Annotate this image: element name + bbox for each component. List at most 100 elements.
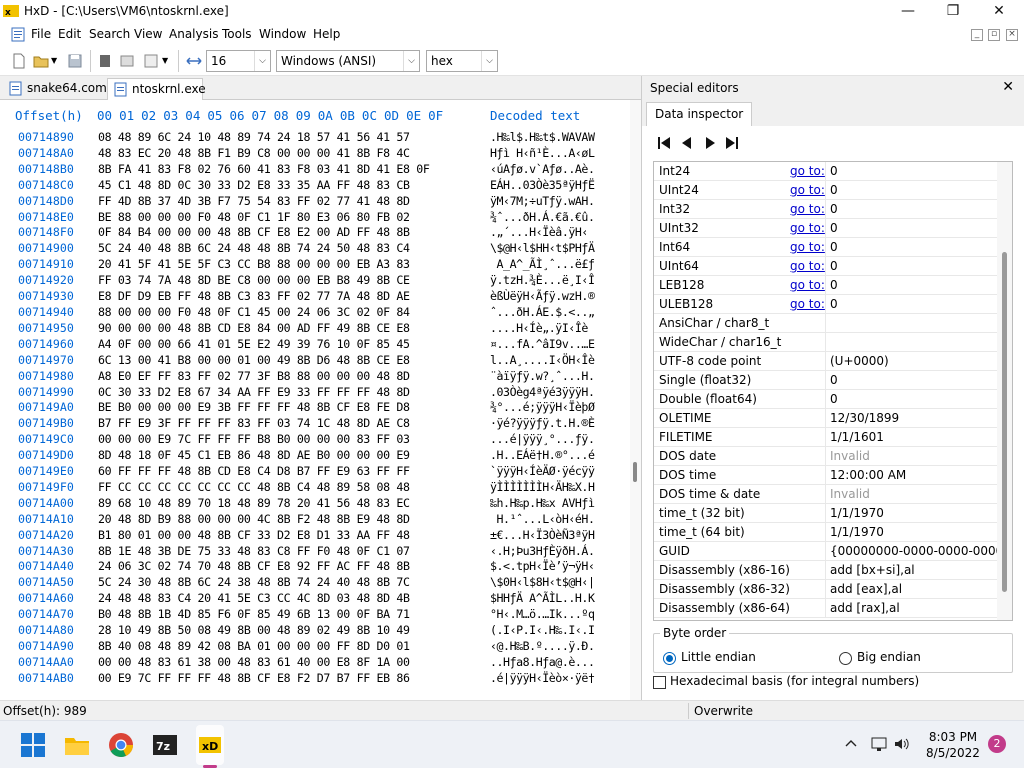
inspector-row[interactable]: UInt24 go to: 0 xyxy=(654,181,998,200)
row-decoded-text[interactable]: H.¹ˆ...L‹òH‹éH. xyxy=(490,512,595,528)
hex-row[interactable]: 007149F0 FF CC CC CC CC CC CC CC 48 8B C4… xyxy=(0,480,630,496)
row-bytes[interactable]: 90 00 00 00 48 8B CD E8 84 00 AD FF 49 8… xyxy=(98,321,410,337)
hex-row[interactable]: 00714A60 24 48 48 83 C4 20 41 5E C3 CC 4C… xyxy=(0,591,630,607)
hex-row[interactable]: 00714970 6C 13 00 41 B8 00 00 01 00 49 8B… xyxy=(0,353,630,369)
inspector-row[interactable]: WideChar / char16_t xyxy=(654,333,998,352)
properties-icon[interactable] xyxy=(96,52,114,70)
hex-row[interactable]: 00714990 0C 30 33 D2 E8 67 34 AA FF E9 33… xyxy=(0,385,630,401)
row-decoded-text[interactable]: ....H‹Íè„.­ÿI‹Îè xyxy=(490,321,588,337)
hex-row[interactable]: 00714960 A4 0F 00 00 66 41 01 5E E2 49 39… xyxy=(0,337,630,353)
tab-ntoskrnl[interactable]: ntoskrnl.exe xyxy=(107,78,206,100)
row-bytes[interactable]: BE 88 00 00 00 F0 48 0F C1 1F 80 E3 06 8… xyxy=(98,210,410,226)
row-decoded-text[interactable]: ±€...H‹Ï3ÒèÑ3ªÿH xyxy=(490,528,595,544)
row-decoded-text[interactable]: .H..EÁë†H.®°...é xyxy=(490,448,595,464)
row-decoded-text[interactable]: ¤...fA.^âI9v..…E xyxy=(490,337,595,353)
goto-link[interactable]: go to: xyxy=(790,295,825,313)
inspector-row[interactable]: Disassembly (x86-64) add [rax],al xyxy=(654,599,998,618)
goto-link[interactable]: go to: xyxy=(790,238,825,256)
inspector-row[interactable]: ULEB128 go to: 0 xyxy=(654,295,998,314)
previous-icon[interactable] xyxy=(679,136,695,150)
inspector-row[interactable]: DOS date Invalid xyxy=(654,447,998,466)
bytes-per-row-select[interactable]: 16 ⌵ xyxy=(206,50,271,72)
file-explorer-icon[interactable] xyxy=(63,731,91,759)
hex-row[interactable]: 00714AB0 00 E9 7C FF FF FF 48 8B CF E8 F2… xyxy=(0,671,630,687)
hex-row[interactable]: 007148C0 45 C1 48 8D 0C 30 33 D2 E8 33 35… xyxy=(0,178,630,194)
hex-scrollbar[interactable] xyxy=(630,100,641,700)
inspector-row[interactable]: Int64 go to: 0 xyxy=(654,238,998,257)
inspector-value[interactable]: Invalid xyxy=(830,485,998,503)
inspector-row[interactable]: UInt32 go to: 0 xyxy=(654,219,998,238)
memory-icon[interactable] xyxy=(142,52,160,70)
goto-link[interactable]: go to: xyxy=(790,181,825,199)
row-decoded-text[interactable]: `ÿÿÿH‹ÍèÄØ·ÿécÿÿ xyxy=(490,464,595,480)
menu-analysis[interactable]: Analysis xyxy=(169,27,218,41)
row-bytes[interactable]: BE B0 00 00 00 E9 3B FF FF FF 48 8B CF E… xyxy=(98,400,410,416)
inspector-value[interactable]: 1/1/1601 xyxy=(830,428,998,446)
row-decoded-text[interactable]: A_A^_ÃÌ¸ˆ...ë£ƒ xyxy=(490,257,595,273)
hex-row[interactable]: 00714A00 89 68 10 48 89 70 18 48 89 78 20… xyxy=(0,496,630,512)
row-decoded-text[interactable]: ÿ.tzH.¾È...ë¸I‹Î xyxy=(490,273,595,289)
last-icon[interactable] xyxy=(724,136,740,150)
row-decoded-text[interactable]: ‹.H;Þu3HƒÈÿðH.Á. xyxy=(490,544,595,560)
inspector-row[interactable]: Disassembly (x86-32) add [eax],al xyxy=(654,580,998,599)
inspector-row[interactable]: LEB128 go to: 0 xyxy=(654,276,998,295)
mdi-minimize-button[interactable]: _ xyxy=(971,29,983,41)
minimize-button[interactable]: — xyxy=(885,0,931,24)
row-decoded-text[interactable]: ...é|ÿÿÿ¸°...ƒÿ. xyxy=(490,432,595,448)
row-bytes[interactable]: 60 FF FF FF 48 8B CD E8 C4 D8 B7 FF E9 6… xyxy=(98,464,410,480)
row-bytes[interactable]: 20 48 8D B9 88 00 00 00 4C 8B F2 48 8B E… xyxy=(98,512,410,528)
row-bytes[interactable]: 00 00 48 83 61 38 00 48 83 61 40 00 E8 8… xyxy=(98,655,410,671)
row-decoded-text[interactable]: ‹@.H‰B.º....ÿ.Ð. xyxy=(490,639,595,655)
inspector-row[interactable]: GUID {00000000-0000-0000-0000-00000000000… xyxy=(654,542,998,561)
inspector-value[interactable]: 0 xyxy=(830,200,998,218)
save-icon[interactable] xyxy=(66,52,84,70)
row-decoded-text[interactable]: ¾ˆ...ðH.Á.€ã.€û. xyxy=(490,210,595,226)
inspector-grid[interactable]: Int24 go to: 0 UInt24 go to: 0 Int32 go to: 0 UIn… xyxy=(653,161,1013,621)
7zip-icon[interactable]: 7z xyxy=(151,731,179,759)
hex-row[interactable]: 00714900 5C 24 40 48 8B 6C 24 48 48 8B 74… xyxy=(0,241,630,257)
row-bytes[interactable]: FF CC CC CC CC CC CC CC 48 8B C4 48 89 5… xyxy=(98,480,410,496)
first-icon[interactable] xyxy=(656,136,672,150)
disk-icon[interactable] xyxy=(118,52,136,70)
row-decoded-text[interactable]: $.<.tpH‹Ïè’ÿ¬ÿH‹ xyxy=(490,559,595,575)
hex-row[interactable]: 007148A0 48 83 EC 20 48 8B F1 B9 C8 00 00… xyxy=(0,146,630,162)
hex-row[interactable]: 00714A40 24 06 3C 02 74 70 48 8B CF E8 92… xyxy=(0,559,630,575)
row-decoded-text[interactable]: \$0H‹l$8H‹t$@H‹| xyxy=(490,575,595,591)
network-icon[interactable] xyxy=(870,735,888,753)
row-decoded-text[interactable]: $HHƒÄ A^ÃÌL..H.K xyxy=(490,591,595,607)
inspector-value[interactable]: 0 xyxy=(830,219,998,237)
inspector-row[interactable]: Disassembly (x86-16) add [bx+si],al xyxy=(654,561,998,580)
menu-file[interactable]: File xyxy=(31,27,51,41)
row-bytes[interactable]: 24 48 48 83 C4 20 41 5E C3 CC 4C 8D 03 4… xyxy=(98,591,410,607)
inspector-value[interactable]: 0 xyxy=(830,238,998,256)
row-bytes[interactable]: 6C 13 00 41 B8 00 00 01 00 49 8B D6 48 8… xyxy=(98,353,410,369)
inspector-row[interactable]: AnsiChar / char8_t xyxy=(654,314,998,333)
hex-row[interactable]: 00714940 88 00 00 00 F0 48 0F C1 45 00 24… xyxy=(0,305,630,321)
close-icon[interactable]: ✕ xyxy=(1002,79,1014,95)
inspector-value[interactable]: 0 xyxy=(830,276,998,294)
inspector-row[interactable]: UTF-8 code point (U+0000) xyxy=(654,352,998,371)
menu-help[interactable]: Help xyxy=(313,27,340,41)
menu-window[interactable]: Window xyxy=(259,27,306,41)
notification-badge[interactable]: 2 xyxy=(988,735,1006,753)
hex-row[interactable]: 00714910 20 41 5F 41 5E 5F C3 CC B8 88 00… xyxy=(0,257,630,273)
row-decoded-text[interactable]: ¨àïÿƒÿ.w?¸ˆ...H. xyxy=(490,369,595,385)
row-decoded-text[interactable]: ·ÿé?ÿÿÿƒÿ.t.H.®È xyxy=(490,416,595,432)
inspector-row[interactable]: Double (float64) 0 xyxy=(654,390,998,409)
hxd-icon[interactable]: xD xyxy=(196,731,224,759)
goto-link[interactable]: go to: xyxy=(790,257,825,275)
hex-editor[interactable]: Offset(h) 00 01 02 03 04 05 06 07 08 09 … xyxy=(0,100,641,700)
inspector-value[interactable]: 0 xyxy=(830,390,998,408)
maximize-button[interactable]: ❐ xyxy=(930,0,976,24)
menu-view[interactable]: View xyxy=(134,27,162,41)
document-icon[interactable] xyxy=(11,27,25,42)
inspector-row[interactable]: Single (float32) 0 xyxy=(654,371,998,390)
row-bytes[interactable]: 48 83 EC 20 48 8B F1 B9 C8 00 00 00 41 8… xyxy=(98,146,410,162)
tab-snake64[interactable]: snake64.com xyxy=(3,78,107,100)
inspector-value[interactable]: 12/30/1899 xyxy=(830,409,998,427)
hex-row[interactable]: 007149B0 B7 FF E9 3F FF FF FF 83 FF 03 74… xyxy=(0,416,630,432)
inspector-row[interactable]: Int24 go to: 0 xyxy=(654,162,998,181)
inspector-row[interactable]: Int32 go to: 0 xyxy=(654,200,998,219)
scrollbar-thumb[interactable] xyxy=(1002,252,1007,592)
row-bytes[interactable]: FF 4D 8B 37 4D 3B F7 75 54 83 FF 02 77 4… xyxy=(98,194,410,210)
